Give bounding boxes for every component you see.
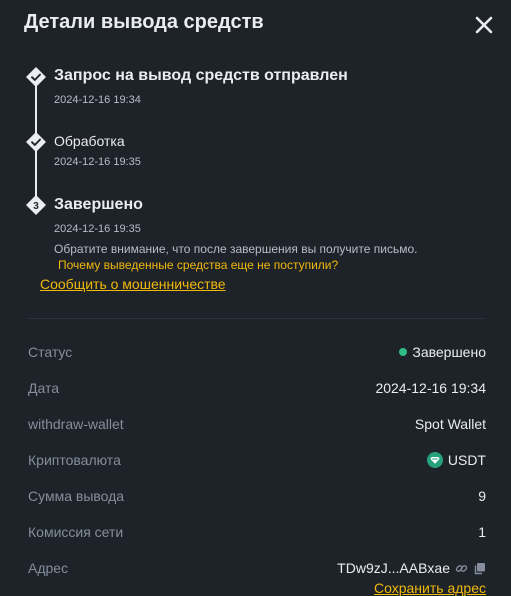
- wallet-value: Spot Wallet: [414, 416, 486, 432]
- amount-label: Сумма вывода: [28, 488, 125, 504]
- fee-value: 1: [478, 524, 486, 540]
- step-3-title: Завершено: [54, 196, 143, 213]
- funds-not-arrived-link[interactable]: Почему выведенные средства еще не поступ…: [58, 258, 338, 272]
- date-label: Дата: [28, 380, 60, 396]
- address-value: TDw9zJ...AABxae: [337, 560, 486, 576]
- address-text: TDw9zJ...AABxae: [337, 560, 450, 576]
- step-3-number: 3: [33, 201, 39, 212]
- close-button[interactable]: [472, 13, 496, 37]
- crypto-text: USDT: [447, 452, 486, 468]
- step-1-title: Запрос на вывод средств отправлен: [54, 67, 348, 84]
- crypto-label: Криптовалюта: [28, 452, 121, 468]
- crypto-row: Криптовалюта USDT: [28, 450, 486, 472]
- step-1-check-icon: [25, 66, 47, 88]
- status-dot-icon: [399, 348, 408, 356]
- usdt-icon: [426, 452, 443, 468]
- wallet-row: withdraw-wallet Spot Wallet: [28, 414, 486, 436]
- fee-label: Комиссия сети: [28, 524, 124, 540]
- date-row: Дата 2024-12-16 19:34: [28, 378, 486, 400]
- step-3-time: 2024-12-16 19:35: [54, 223, 141, 235]
- step-2-title: Обработка: [54, 133, 125, 149]
- status-label: Статус: [28, 344, 73, 360]
- status-text: Завершено: [412, 344, 486, 360]
- amount-row: Сумма вывода 9: [28, 486, 486, 508]
- amount-value: 9: [478, 488, 486, 504]
- fee-row: Комиссия сети 1: [28, 522, 486, 544]
- close-icon: [475, 16, 493, 34]
- status-row: Статус Завершено: [28, 342, 486, 364]
- divider: [28, 318, 486, 319]
- email-note: Обратите внимание, что после завершения …: [54, 242, 418, 256]
- address-row: Адрес TDw9zJ...AABxae: [28, 558, 486, 580]
- withdrawal-details-modal: Детали вывода средств Запрос на вывод ср…: [0, 0, 511, 596]
- date-value: 2024-12-16 19:34: [375, 380, 486, 396]
- status-value: Завершено: [399, 344, 486, 360]
- step-1-time: 2024-12-16 19:34: [54, 94, 141, 106]
- link-icon[interactable]: [455, 562, 468, 575]
- crypto-value: USDT: [426, 452, 486, 468]
- step-3-number-icon: 3: [25, 194, 47, 216]
- modal-title: Детали вывода средств: [24, 11, 264, 33]
- copy-icon[interactable]: [473, 562, 486, 575]
- report-fraud-link[interactable]: Сообщить о мошенничестве: [40, 276, 226, 292]
- wallet-label: withdraw-wallet: [28, 416, 124, 432]
- step-2-check-icon: [25, 131, 47, 153]
- step-2-time: 2024-12-16 19:35: [54, 156, 141, 168]
- address-label: Адрес: [28, 560, 69, 576]
